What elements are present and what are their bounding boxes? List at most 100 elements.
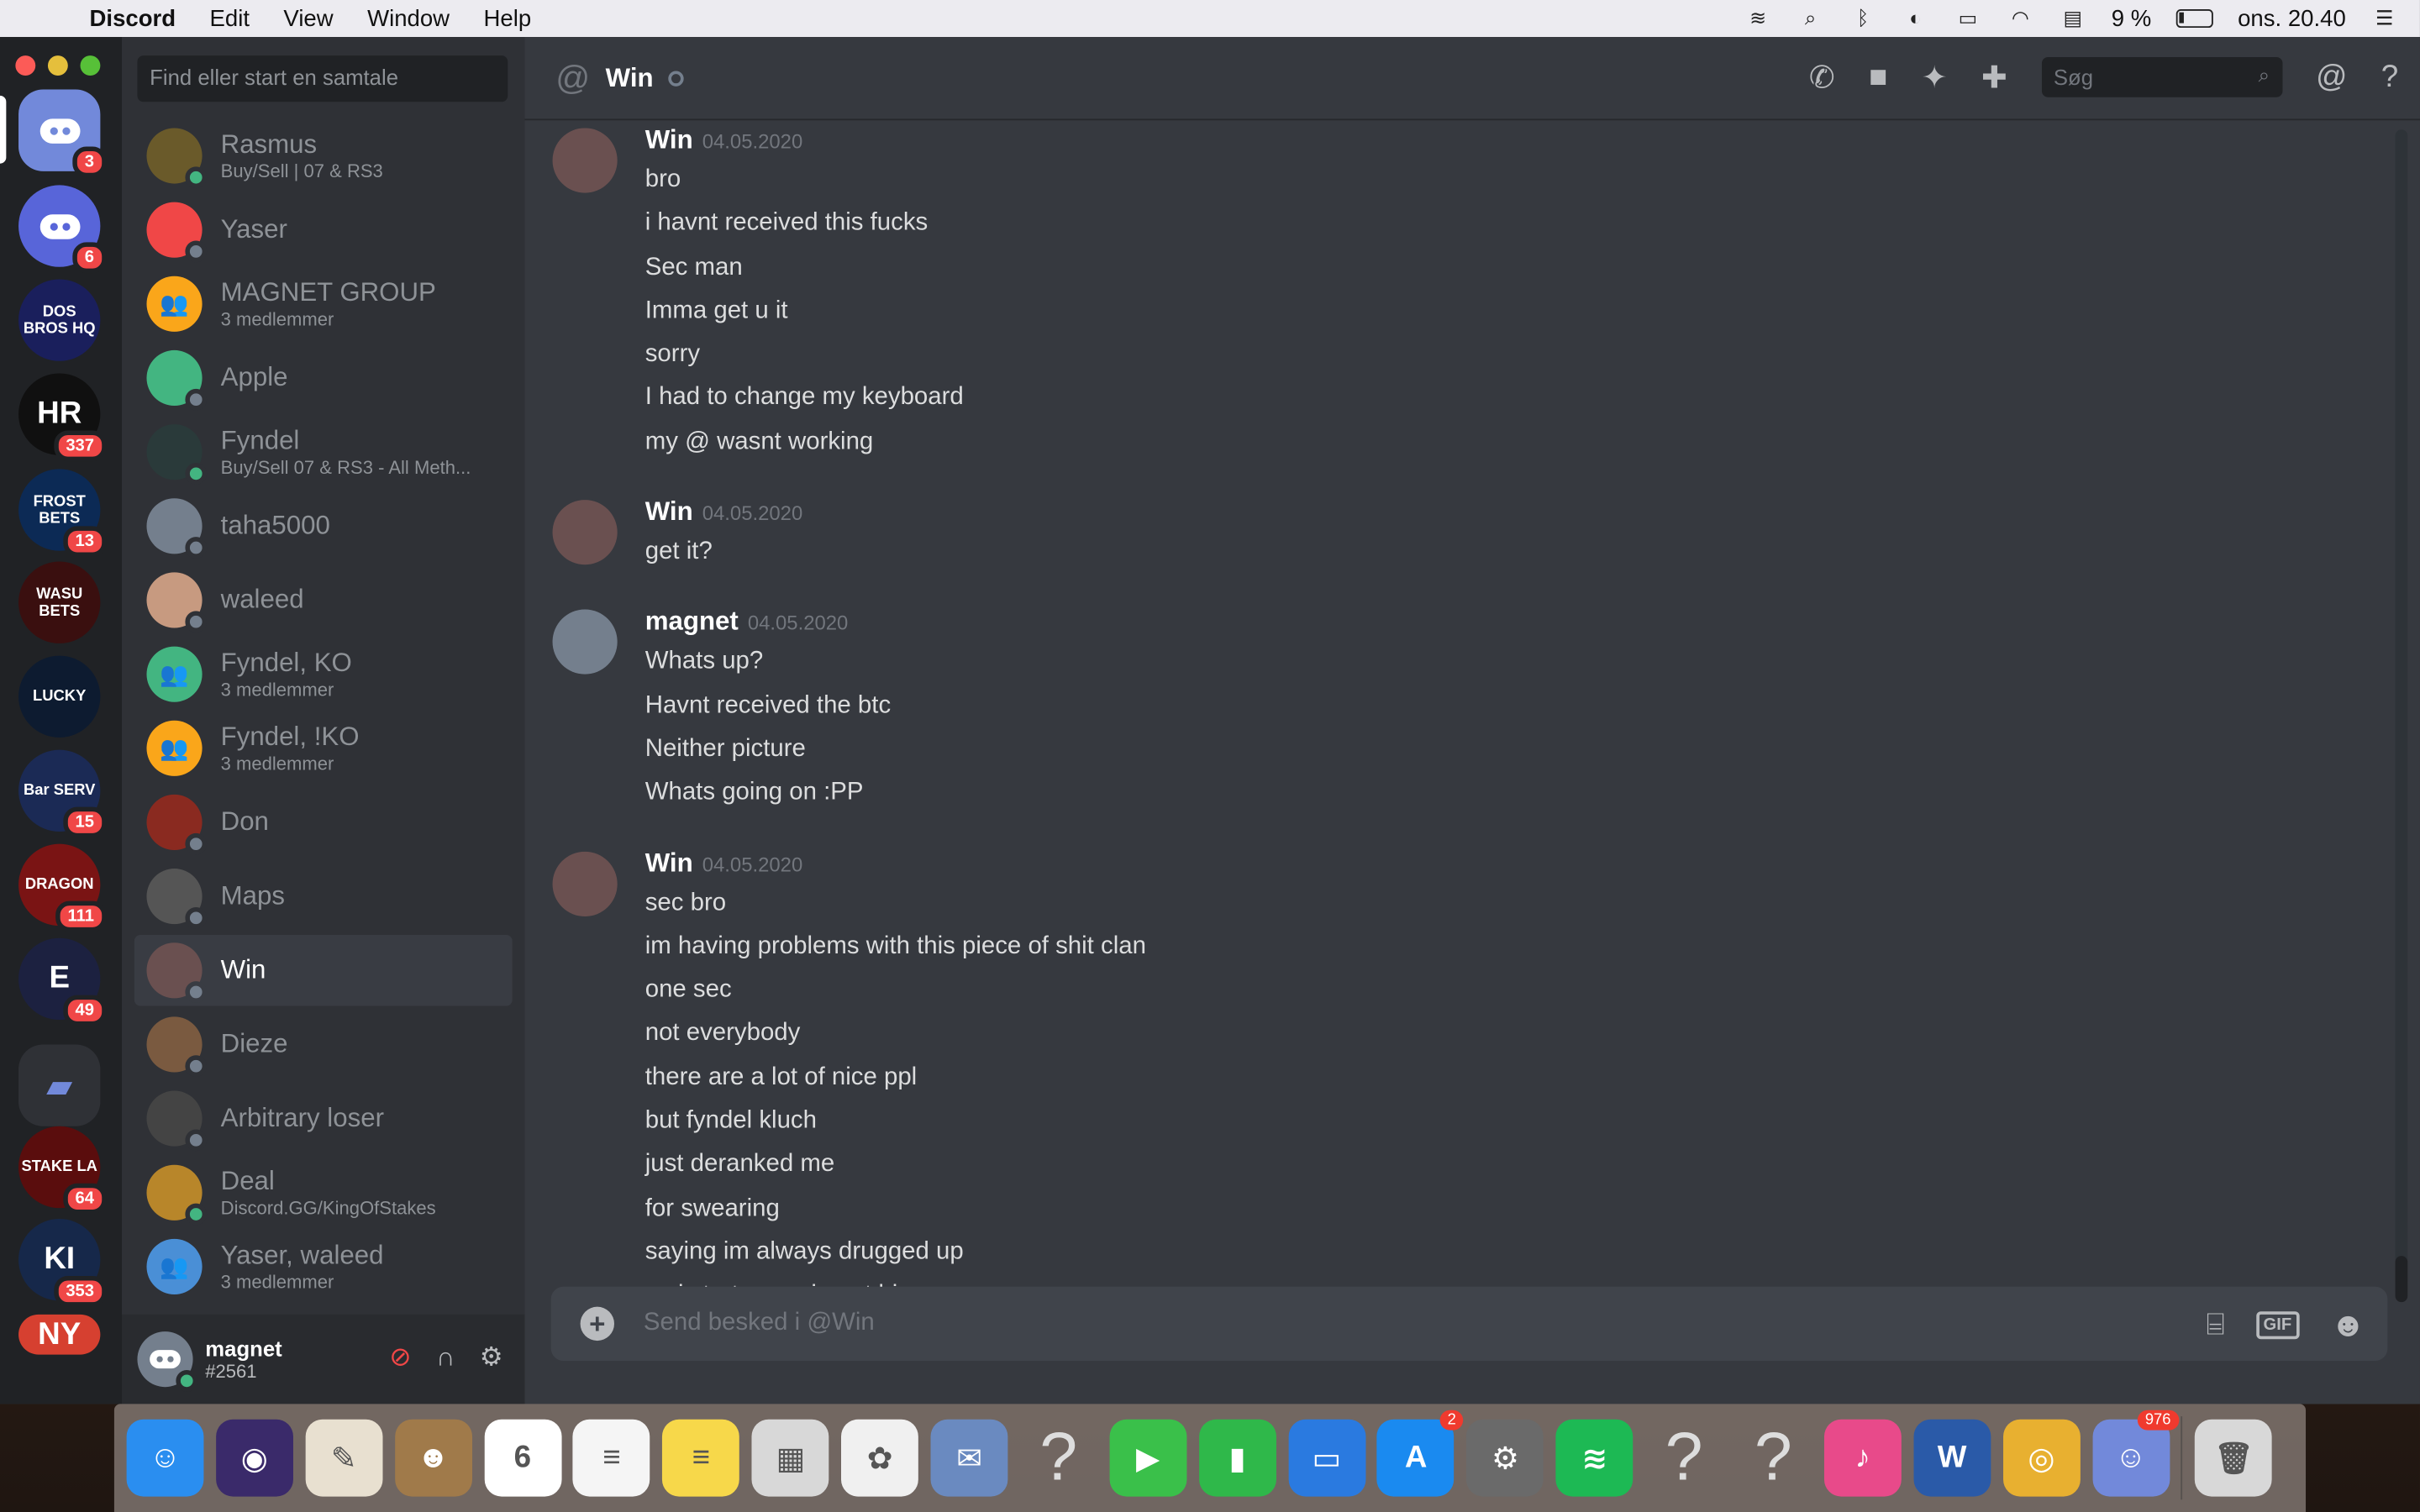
server-server-logo[interactable]: FROST BETS 13 [18,469,107,558]
bluetooth-icon[interactable]: ᛒ [1849,6,1877,30]
mute-mic-icon[interactable]: ⊘ [389,1342,411,1373]
dock-preview-icon[interactable]: ✎ [305,1419,383,1497]
battery-icon[interactable] [2175,9,2213,29]
dm-item-dieze[interactable]: Dieze [134,1009,513,1079]
dm-item-don[interactable]: Don [134,787,513,858]
dm-item-deal[interactable]: Deal Discord.GG/KingOfStakes [134,1158,513,1228]
dm-item-maps[interactable]: Maps [134,861,513,932]
author-name[interactable]: Win [645,497,693,527]
gif-button[interactable]: GIF [2255,1311,2300,1340]
message-list[interactable]: Win 04.05.2020 bro i havnt received this fu… [524,123,2391,1289]
pin-icon[interactable]: ✦ [1922,58,1948,97]
help-icon[interactable]: ? [2381,60,2398,95]
dock-notes-icon[interactable]: ≡ [662,1419,740,1497]
dock-reminders-icon[interactable]: ≡ [573,1419,651,1497]
dm-item-yaser-waleed[interactable]: 👥 Yaser, waleed 3 medlemmer [134,1231,513,1302]
dock-mail-icon[interactable]: ✉ [930,1419,1008,1497]
author-avatar[interactable] [552,851,618,916]
author-name[interactable]: magnet [645,607,739,637]
author-name[interactable]: Win [645,125,693,155]
server-server-avatar-icon[interactable]: 6 [18,185,107,274]
dm-item-fyndel-ko[interactable]: 👥 Fyndel, !KO 3 medlemmer [134,713,513,784]
server-server-logo[interactable]: Bar SERV 15 [18,749,107,838]
menu-help[interactable]: Help [483,5,531,31]
dm-item-win[interactable]: Win [134,935,513,1006]
dock-keynote-icon[interactable]: ▭ [1287,1419,1365,1497]
dm-search-input[interactable]: Find eller start en samtale [137,55,508,102]
author-name[interactable]: Win [645,848,693,877]
dm-item-apple[interactable]: Apple [134,343,513,413]
server-server-logo[interactable]: STAKE LA 64 [18,1126,107,1215]
author-avatar[interactable] [552,500,618,565]
server-server-logo[interactable]: E 49 [18,937,107,1026]
wifi-icon[interactable]: ◠ [2007,6,2034,30]
server-folder-icon[interactable]: ▰ [18,1044,101,1126]
dock-calendar-icon[interactable]: 6 [483,1419,561,1497]
author-avatar[interactable] [552,610,618,675]
headphones-icon[interactable]: ∩ [436,1342,455,1373]
dock-system-preferences-icon[interactable]: ⚙ [1466,1419,1544,1497]
dock-photos-icon[interactable]: ✿ [841,1419,919,1497]
server-discord-home-icon[interactable]: 3 [18,89,107,178]
gift-icon[interactable]: ⌸ [2207,1308,2225,1343]
composer-input[interactable]: Send besked i @Win [644,1310,875,1337]
server-server-logo[interactable]: LUCKY [18,655,101,738]
zoom-window-button[interactable] [80,55,101,76]
menu-view[interactable]: View [283,5,333,31]
spotlight-search-icon[interactable]: ⌕ [1797,6,1824,30]
dm-item-magnet-group[interactable]: 👥 MAGNET GROUP 3 medlemmer [134,269,513,339]
dm-item-arbitrary-loser[interactable]: Arbitrary loser [134,1083,513,1153]
dock-finder-icon[interactable]: ☺ [126,1419,204,1497]
notification-center-icon[interactable]: ☰ [2370,6,2398,30]
dock-contacts-icon[interactable]: ☻ [394,1419,472,1497]
upload-plus-icon[interactable]: + [580,1306,615,1341]
battery-percent[interactable]: 9 % [2112,5,2151,31]
menu-window[interactable]: Window [367,5,450,31]
dock-facetime-icon[interactable]: ▶ [1109,1419,1187,1497]
message-composer[interactable]: + Send besked i @Win ⌸ GIF ☻ [550,1286,2388,1361]
dock-image-capture-icon[interactable]: ▦ [751,1419,829,1497]
user-avatar[interactable] [137,1331,198,1392]
server-server-logo[interactable]: KI 353 [18,1218,107,1307]
dock-unknown-icon[interactable]: ? [1645,1420,1723,1497]
video-call-icon[interactable]: ■ [1869,60,1887,95]
dm-item-fyndel-ko[interactable]: 👥 Fyndel, KO 3 medlemmer [134,638,513,709]
menu-edit[interactable]: Edit [210,5,250,31]
server-server-logo[interactable]: DRAGON 111 [18,843,107,932]
dock-trash-icon[interactable]: 🗑 [2195,1419,2273,1497]
server-server-logo[interactable]: HR 337 [18,373,107,462]
dock-numbers-icon[interactable]: ▮ [1198,1419,1276,1497]
dock-unknown-icon[interactable]: ? [1735,1420,1812,1497]
dock-word-icon[interactable]: W [1913,1419,1991,1497]
emoji-icon[interactable]: ☻ [2330,1305,2366,1346]
dm-item-fyndel[interactable]: Fyndel Buy/Sell 07 & RS3 - All Meth... [134,417,513,487]
close-window-button[interactable] [15,55,36,76]
dm-item-waleed[interactable]: waleed [134,564,513,635]
dock-itunes-icon[interactable]: ♪ [1823,1419,1902,1497]
airdrop-icon[interactable]: ≋ [1744,6,1772,30]
server-server-logo[interactable]: WASU BETS [18,561,101,643]
siri-icon[interactable]: ◐ [1902,6,1929,30]
airplay-icon[interactable]: ▭ [1954,6,1981,30]
header-search-input[interactable]: Søg ⌕ [2041,56,2282,97]
scrollbar-track[interactable] [2395,129,2408,1287]
menu-app-name[interactable]: Discord [90,5,176,31]
dock-unknown-icon[interactable]: ? [1020,1420,1097,1497]
voice-call-icon[interactable]: ✆ [1809,58,1835,97]
dm-item-rasmus[interactable]: Rasmus Buy/Sell | 07 & RS3 [134,120,513,191]
dock-app-store-icon[interactable]: A2 [1377,1410,1465,1497]
dock-chrome-icon[interactable]: ◎ [2002,1419,2081,1497]
minimize-window-button[interactable] [47,55,68,76]
dm-item-yaser[interactable]: Yaser [134,194,513,265]
scrollbar-thumb[interactable] [2395,1256,2408,1303]
author-avatar[interactable] [552,128,618,193]
server-server-logo[interactable]: DOS BROS HQ [18,279,101,361]
settings-gear-icon[interactable]: ⚙ [480,1342,503,1373]
dock-siri-icon[interactable]: ◉ [215,1419,293,1497]
menubar-clock[interactable]: ons. 20.40 [2238,5,2346,31]
server-new-indicator[interactable]: NY [18,1314,101,1355]
dm-item-taha5000[interactable]: taha5000 [134,491,513,561]
dock-discord-icon[interactable]: ☺ 976 [2091,1410,2179,1497]
dock-spotify-icon[interactable]: ≋ [1555,1419,1634,1497]
mentions-icon[interactable]: @ [2316,60,2347,95]
